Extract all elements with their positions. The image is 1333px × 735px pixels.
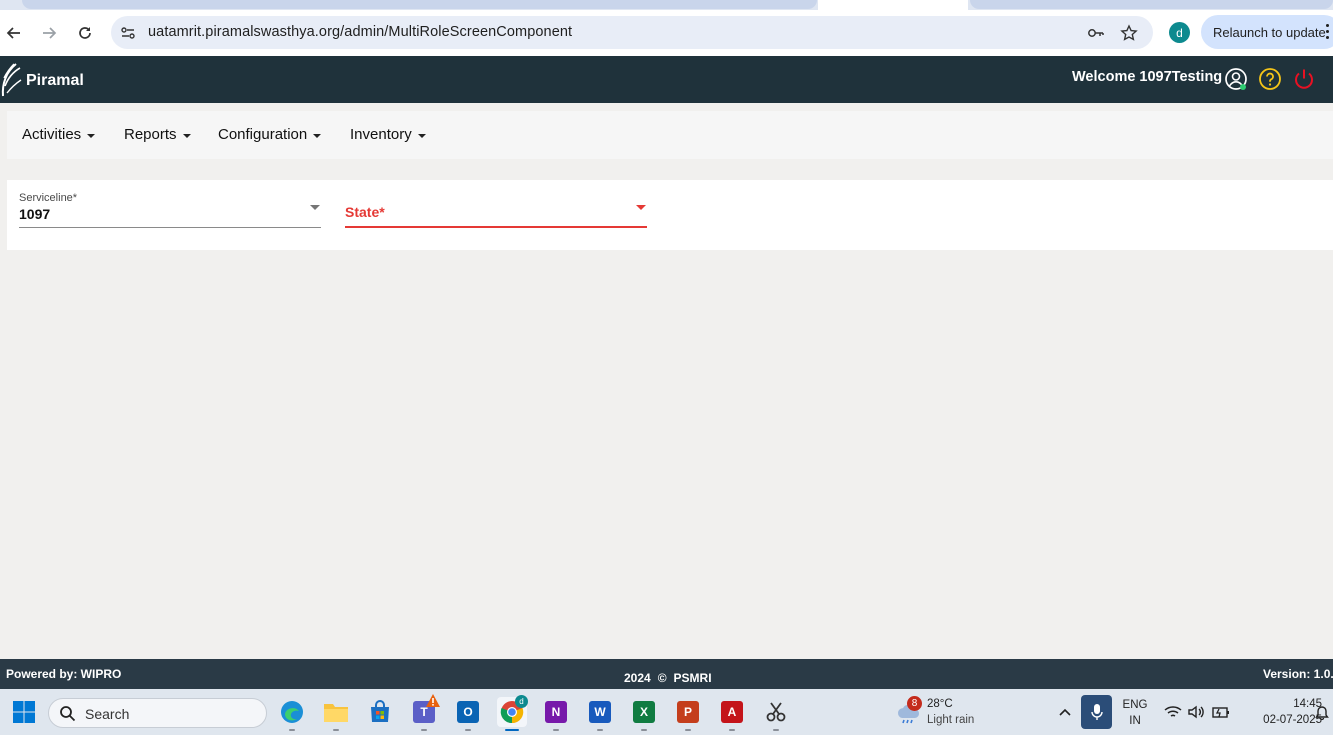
menu-activities[interactable]: Activities <box>22 126 96 143</box>
password-key-icon[interactable] <box>1087 24 1105 42</box>
version-text: Version: 1.0.0 <box>1263 667 1333 681</box>
menu-configuration[interactable]: Configuration <box>218 126 322 143</box>
powered-by-text: Powered by: WIPRO <box>6 667 122 681</box>
browser-tab[interactable] <box>970 0 1333 9</box>
edge-icon[interactable] <box>277 697 307 731</box>
app-footer: Powered by: WIPRO 2024 © PSMRI Version: … <box>0 659 1333 689</box>
caret-down-icon <box>182 133 191 138</box>
menu-label: Inventory <box>350 126 412 143</box>
caret-down-icon <box>417 133 426 138</box>
reload-button[interactable] <box>73 21 97 45</box>
state-label: State* <box>345 204 385 220</box>
serviceline-label: Serviceline* <box>19 192 78 204</box>
dropdown-arrow-icon <box>636 205 646 210</box>
menu-reports[interactable]: Reports <box>124 126 191 143</box>
bookmark-star-icon[interactable] <box>1120 24 1138 42</box>
user-profile-icon[interactable] <box>1224 67 1248 91</box>
copyright-org: PSMRI <box>673 671 712 685</box>
forward-button[interactable] <box>37 21 61 45</box>
search-placeholder: Search <box>85 706 130 722</box>
state-underline <box>345 226 647 228</box>
file-explorer-icon[interactable] <box>321 697 351 731</box>
menu-inventory[interactable]: Inventory <box>350 126 426 143</box>
clock-date[interactable]: 02-07-2025 <box>1240 714 1322 726</box>
language-code[interactable]: ENG <box>1122 699 1148 711</box>
kebab-menu-icon[interactable] <box>1326 24 1330 40</box>
dropdown-arrow-icon <box>310 205 320 210</box>
microphone-icon[interactable] <box>1081 695 1112 729</box>
profile-avatar[interactable]: d <box>1169 22 1190 43</box>
back-button[interactable] <box>2 21 26 45</box>
microsoft-store-icon[interactable] <box>365 697 395 727</box>
address-bar[interactable]: uatamrit.piramalswasthya.org/admin/Multi… <box>111 16 1153 49</box>
word-icon[interactable]: W <box>585 697 615 731</box>
help-icon[interactable] <box>1258 67 1282 91</box>
warning-badge-icon <box>426 694 440 707</box>
weather-condition: Light rain <box>927 714 975 726</box>
battery-icon[interactable] <box>1206 697 1236 727</box>
outlook-icon[interactable]: O <box>453 697 483 731</box>
power-logout-icon[interactable] <box>1292 67 1316 91</box>
chrome-profile-badge: d <box>515 695 528 708</box>
brand-name: Piramal <box>26 72 84 89</box>
copyright-text: 2024 © PSMRI <box>624 671 712 685</box>
copyright-year: 2024 <box>624 671 651 685</box>
language-region[interactable]: IN <box>1122 715 1148 727</box>
windows-taskbar: Search T O d N W X P A 8 28°C Light rain… <box>0 689 1333 735</box>
teams-icon[interactable]: T <box>409 694 440 731</box>
onenote-icon[interactable]: N <box>541 697 571 731</box>
serviceline-underline <box>19 227 321 228</box>
browser-toolbar: uatamrit.piramalswasthya.org/admin/Multi… <box>0 10 1333 56</box>
powerpoint-icon[interactable]: P <box>673 697 703 731</box>
search-icon <box>60 706 76 722</box>
role-selection-card: Serviceline* 1097 State* <box>7 180 1333 250</box>
weather-alert-badge: 8 <box>907 696 922 711</box>
show-hidden-icons-chevron-icon[interactable] <box>1050 697 1080 727</box>
menu-label: Configuration <box>218 126 308 143</box>
piramal-feather-icon <box>1 63 22 97</box>
back-arrow-icon <box>6 27 20 39</box>
app-header: Piramal Welcome 1097Testing <box>0 56 1333 103</box>
state-select[interactable]: State* <box>345 192 647 228</box>
caret-down-icon <box>313 133 322 138</box>
site-settings-icon[interactable] <box>119 24 137 42</box>
serviceline-select[interactable]: Serviceline* 1097 <box>19 192 321 228</box>
relaunch-label: Relaunch to update <box>1213 25 1326 40</box>
menu-label: Reports <box>124 126 177 143</box>
excel-icon[interactable]: X <box>629 697 659 731</box>
start-windows-icon[interactable] <box>9 697 39 727</box>
acrobat-icon[interactable]: A <box>717 697 747 731</box>
browser-tab-strip <box>0 0 1333 10</box>
copyright-icon: © <box>657 671 667 685</box>
weather-temperature: 28°C <box>927 698 953 710</box>
browser-tab[interactable] <box>22 0 817 9</box>
weather-widget[interactable]: 8 28°C Light rain <box>896 696 1006 729</box>
snipping-tool-icon[interactable] <box>761 697 791 731</box>
serviceline-value: 1097 <box>19 206 51 222</box>
forward-arrow-icon <box>43 27 57 39</box>
url-text[interactable]: uatamrit.piramalswasthya.org/admin/Multi… <box>148 24 572 40</box>
relaunch-button[interactable]: Relaunch to update <box>1201 15 1333 49</box>
taskbar-search[interactable]: Search <box>48 698 267 728</box>
brand-logo[interactable]: Piramal <box>0 60 84 98</box>
notifications-bell-icon[interactable] <box>1311 697 1333 727</box>
menu-label: Activities <box>22 126 82 143</box>
browser-tab-active[interactable] <box>818 0 968 10</box>
caret-down-icon <box>87 133 96 138</box>
reload-icon <box>79 27 91 39</box>
welcome-text: Welcome 1097Testing <box>1072 69 1223 85</box>
chrome-icon[interactable]: d <box>497 695 528 731</box>
main-menu-bar: Activities Reports Configuration Invento… <box>7 111 1333 159</box>
